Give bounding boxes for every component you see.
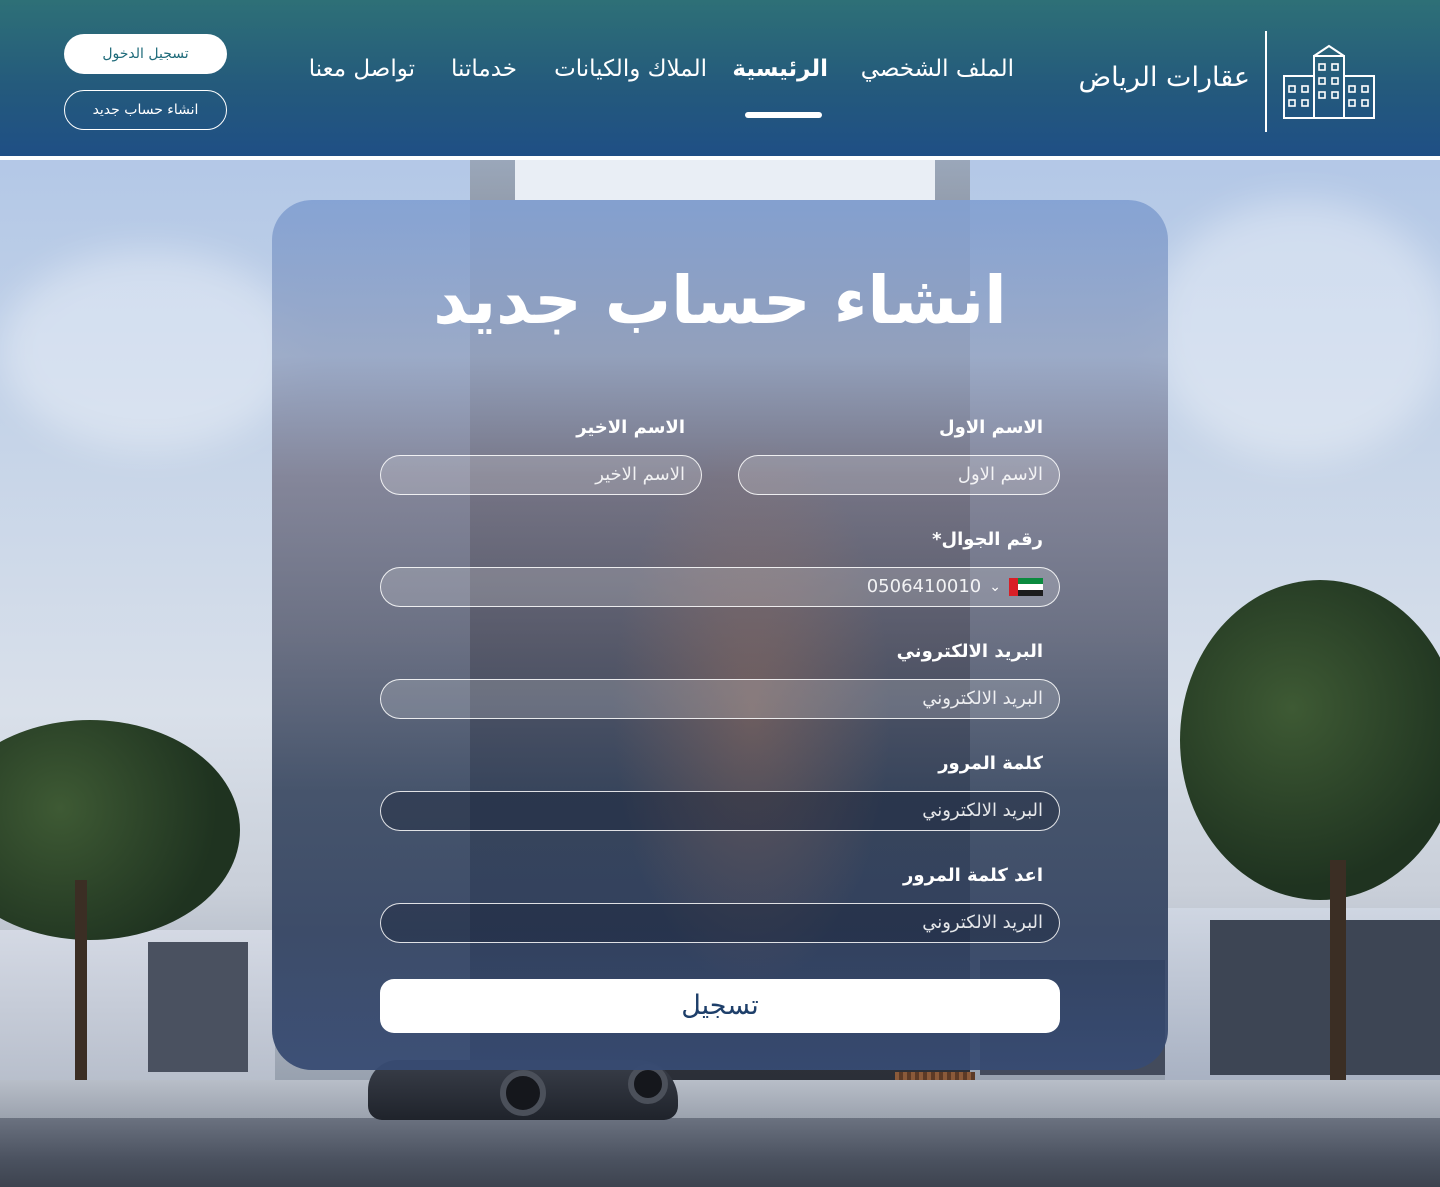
gate: [1210, 920, 1440, 1075]
email-label: البريد الالكتروني: [896, 641, 1043, 662]
password-field[interactable]: البريد الالكتروني: [380, 791, 1060, 831]
car-wheel: [500, 1070, 546, 1116]
password-label: كلمة المرور: [938, 753, 1043, 774]
brand-name[interactable]: عقارات الرياض: [1078, 62, 1250, 93]
top-navbar: عقارات الرياض الملف الشخصي الرئيسية المل…: [0, 0, 1440, 160]
nav-active-indicator: [745, 112, 822, 118]
nav-properties[interactable]: الملاك والكيانات: [554, 56, 707, 82]
first-name-label: الاسم الاول: [938, 417, 1043, 438]
nav-services[interactable]: خدماتنا: [451, 56, 517, 82]
chevron-down-icon[interactable]: ⌄: [989, 568, 1001, 606]
phone-field[interactable]: ⌄ 0506410010: [380, 567, 1060, 607]
first-name-field[interactable]: الاسم الاول: [738, 455, 1060, 495]
nav-contact[interactable]: تواصل معنا: [309, 56, 415, 82]
login-button[interactable]: تسجيل الدخول: [64, 34, 227, 74]
road: [0, 1118, 1440, 1187]
cloud: [1150, 200, 1440, 460]
phone-value[interactable]: 0506410010: [867, 568, 982, 606]
sidewalk: [0, 1080, 1440, 1120]
form-title: انشاء حساب جديد: [433, 262, 1007, 339]
register-button[interactable]: انشاء حساب جديد: [64, 90, 227, 130]
car-wheel: [628, 1064, 668, 1104]
gate: [148, 942, 248, 1072]
tree-trunk: [1330, 860, 1346, 1085]
phone-label: رقم الجوال*: [932, 529, 1043, 550]
confirm-password-field[interactable]: البريد الالكتروني: [380, 903, 1060, 943]
email-field[interactable]: البريد الالكتروني: [380, 679, 1060, 719]
cloud: [0, 250, 300, 450]
last-name-label: الاسم الاخير: [576, 417, 685, 438]
submit-button[interactable]: تسجيل: [380, 979, 1060, 1033]
uae-flag-icon[interactable]: [1009, 578, 1043, 596]
nav-profile[interactable]: الملف الشخصي: [861, 56, 1014, 82]
last-name-field[interactable]: الاسم الاخير: [380, 455, 702, 495]
buildings-icon[interactable]: [1280, 44, 1378, 120]
logo-divider: [1265, 31, 1267, 132]
confirm-password-label: اعد كلمة المرور: [903, 865, 1043, 886]
nav-home[interactable]: الرئيسية: [732, 56, 828, 82]
building-roof: [515, 160, 935, 200]
tree-trunk: [75, 880, 87, 1080]
